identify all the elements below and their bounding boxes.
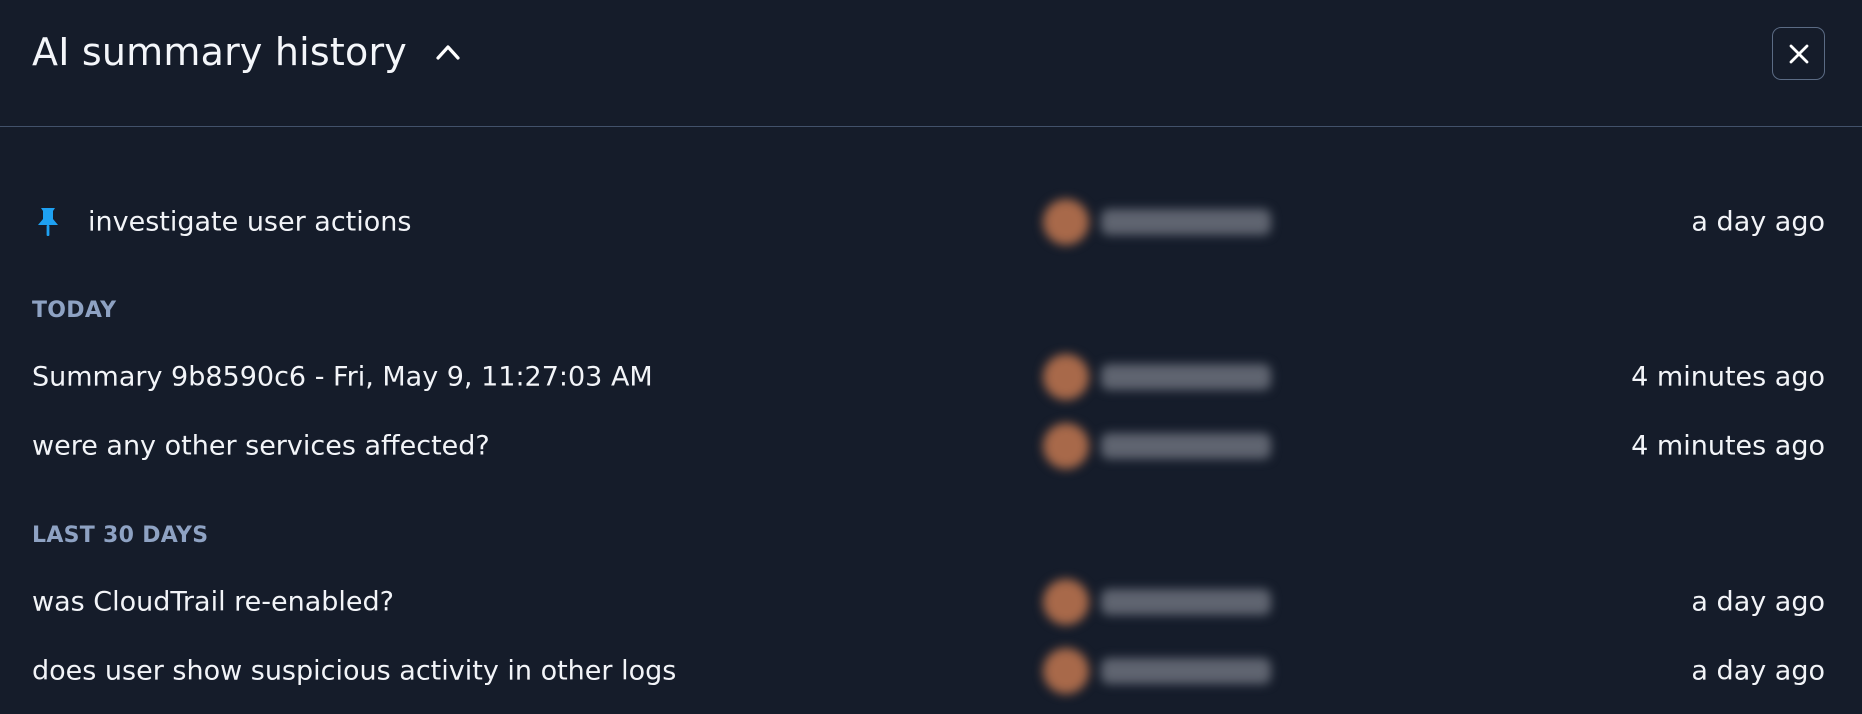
avatar	[1043, 648, 1089, 694]
summary-row[interactable]: was CloudTrail re-enabled? a day ago	[0, 572, 1862, 632]
summary-row[interactable]: Summary 9b8590c6 - Fri, May 9, 11:27:03 …	[0, 347, 1862, 407]
author-name	[1101, 209, 1271, 235]
close-icon	[1788, 43, 1810, 65]
title-wrap: AI summary history	[32, 30, 463, 74]
summary-label: Summary 9b8590c6 - Fri, May 9, 11:27:03 …	[32, 361, 653, 393]
close-button[interactable]	[1772, 27, 1825, 80]
pin-icon[interactable]	[35, 206, 61, 238]
avatar	[1043, 423, 1089, 469]
summary-label: was CloudTrail re-enabled?	[32, 586, 395, 618]
group-header-today: TODAY	[32, 298, 117, 323]
avatar	[1043, 579, 1089, 625]
author-name	[1101, 658, 1271, 684]
summary-history-list: investigate user actions a day ago TODAY…	[0, 127, 1862, 713]
pinned-summary-row[interactable]: investigate user actions a day ago	[0, 192, 1862, 252]
summary-row[interactable]: does user show suspicious activity in ot…	[0, 641, 1862, 701]
author-name	[1101, 364, 1271, 390]
avatar	[1043, 199, 1089, 245]
summary-row[interactable]: were any other services affected? 4 minu…	[0, 416, 1862, 476]
panel-header: AI summary history	[0, 0, 1862, 127]
summary-time: a day ago	[1691, 206, 1825, 238]
summary-time: a day ago	[1691, 655, 1825, 687]
summary-label: were any other services affected?	[32, 430, 490, 462]
author-redacted	[1043, 647, 1287, 695]
avatar	[1043, 354, 1089, 400]
group-header-last-30-days: LAST 30 DAYS	[32, 523, 209, 548]
author-name	[1101, 433, 1271, 459]
chevron-up-icon[interactable]	[433, 37, 463, 67]
author-redacted	[1043, 353, 1287, 401]
summary-label: does user show suspicious activity in ot…	[32, 655, 677, 687]
author-redacted	[1043, 422, 1287, 470]
author-redacted	[1043, 198, 1287, 246]
author-name	[1101, 589, 1271, 615]
panel-title: AI summary history	[32, 30, 407, 74]
author-redacted	[1043, 578, 1287, 626]
summary-time: a day ago	[1691, 586, 1825, 618]
summary-label: investigate user actions	[88, 206, 412, 238]
summary-time: 4 minutes ago	[1631, 361, 1825, 393]
summary-time: 4 minutes ago	[1631, 430, 1825, 462]
